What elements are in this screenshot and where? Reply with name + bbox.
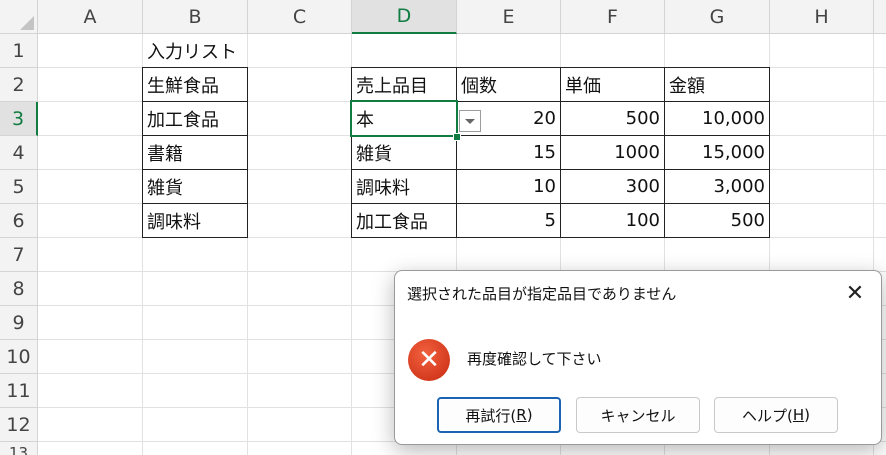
- retry-label-prefix: 再試行(: [465, 406, 517, 425]
- cell-e6-quantity[interactable]: 5: [456, 203, 561, 238]
- dialog-message: 再度確認して下さい: [467, 350, 602, 368]
- cell-b2-list-item[interactable]: 生鮮食品: [142, 67, 248, 102]
- close-icon[interactable]: ✕: [835, 275, 875, 311]
- row-header-3[interactable]: 3: [0, 102, 38, 136]
- column-header-g[interactable]: G: [665, 0, 770, 34]
- dialog-title: 選択された品目が指定品目でありません: [407, 285, 677, 303]
- cell-g5-amount[interactable]: 3,000: [664, 169, 770, 204]
- row-header-4[interactable]: 4: [0, 136, 38, 170]
- row-header-6[interactable]: 6: [0, 204, 38, 238]
- cell-b3-list-item[interactable]: 加工食品: [142, 101, 248, 136]
- error-icon: ✕: [408, 339, 450, 381]
- cancel-button[interactable]: キャンセル: [576, 397, 700, 433]
- cell-d5-sales-item[interactable]: 調味料: [351, 169, 457, 204]
- column-header-c[interactable]: C: [248, 0, 352, 34]
- cell-d6-sales-item[interactable]: 加工食品: [351, 203, 457, 238]
- column-header-d[interactable]: D: [352, 0, 457, 34]
- cell-b5-list-item[interactable]: 雑貨: [142, 169, 248, 204]
- cell-f6-unit-price[interactable]: 100: [560, 203, 665, 238]
- column-header-f[interactable]: F: [561, 0, 665, 34]
- chevron-down-icon: [465, 118, 475, 124]
- cell-g4-amount[interactable]: 15,000: [664, 135, 770, 170]
- column-header-h[interactable]: H: [770, 0, 874, 34]
- help-button[interactable]: ヘルプ(H): [714, 397, 838, 433]
- row-header-7[interactable]: 7: [0, 238, 38, 272]
- cell-f4-unit-price[interactable]: 1000: [560, 135, 665, 170]
- retry-label-suffix: ): [526, 406, 533, 424]
- select-all-corner[interactable]: [0, 0, 38, 34]
- header-sales-item[interactable]: 売上品目: [351, 67, 457, 102]
- column-header-i[interactable]: [874, 0, 886, 34]
- row-header-5[interactable]: 5: [0, 170, 38, 204]
- row-header-1[interactable]: 1: [0, 34, 38, 68]
- fill-handle[interactable]: [453, 133, 461, 141]
- header-quantity[interactable]: 個数: [456, 67, 561, 102]
- retry-mnemonic: R: [516, 406, 527, 424]
- row-header-10[interactable]: 10: [0, 340, 38, 374]
- header-amount[interactable]: 金額: [664, 67, 770, 102]
- column-header-e[interactable]: E: [457, 0, 561, 34]
- row-header-12[interactable]: 12: [0, 408, 38, 442]
- cell-f3-unit-price[interactable]: 500: [560, 101, 665, 136]
- column-header-b[interactable]: B: [143, 0, 248, 34]
- validation-dropdown-button[interactable]: [459, 110, 481, 132]
- row-header-11[interactable]: 11: [0, 374, 38, 408]
- help-mnemonic: H: [792, 406, 805, 424]
- cell-g6-amount[interactable]: 500: [664, 203, 770, 238]
- retry-button[interactable]: 再試行(R): [437, 397, 561, 433]
- header-unit-price[interactable]: 単価: [560, 67, 665, 102]
- cell-e4-quantity[interactable]: 15: [456, 135, 561, 170]
- cell-b4-list-item[interactable]: 書籍: [142, 135, 248, 170]
- cell-g3-amount[interactable]: 10,000: [664, 101, 770, 136]
- row-header-2[interactable]: 2: [0, 68, 38, 102]
- cell-f5-unit-price[interactable]: 300: [560, 169, 665, 204]
- help-label-suffix: ): [804, 406, 810, 424]
- cell-b1-input-list-title[interactable]: 入力リスト: [143, 34, 283, 68]
- row-header-9[interactable]: 9: [0, 306, 38, 340]
- cell-b6-list-item[interactable]: 調味料: [142, 203, 248, 238]
- cell-d4-sales-item[interactable]: 雑貨: [351, 135, 457, 170]
- row-header-13[interactable]: 13: [0, 442, 38, 455]
- column-header-a[interactable]: A: [38, 0, 143, 34]
- row-header-8[interactable]: 8: [0, 272, 38, 306]
- active-cell-selection[interactable]: [350, 100, 458, 137]
- help-label-prefix: ヘルプ(: [742, 406, 793, 425]
- error-dialog: 選択された品目が指定品目でありません ✕ ✕ 再度確認して下さい 再試行(R) …: [394, 270, 882, 445]
- cell-e5-quantity[interactable]: 10: [456, 169, 561, 204]
